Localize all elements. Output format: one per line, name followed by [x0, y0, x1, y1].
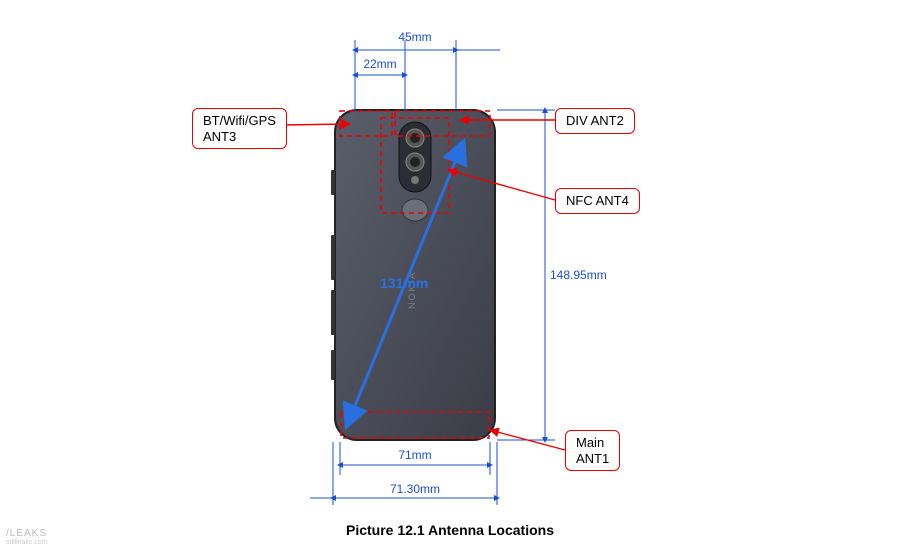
watermark-text: /LEAKS: [6, 528, 47, 539]
dim-top-large: 45mm: [395, 30, 435, 44]
callout-ant2-text: DIV ANT2: [566, 113, 624, 128]
callout-ant3-line2: ANT3: [203, 129, 236, 144]
diagram-svg: NOKIA: [0, 0, 900, 550]
dim-diagonal: 131mm: [380, 275, 428, 291]
dim-width-outer: 71.30mm: [385, 482, 445, 496]
dim-width-inner: 71mm: [390, 448, 440, 462]
watermark: /LEAKS stillleaks.com: [6, 528, 48, 546]
callout-ant1: Main ANT1: [565, 430, 620, 471]
callout-ant1-line2: ANT1: [576, 451, 609, 466]
callout-ant1-line1: Main: [576, 435, 604, 450]
callout-ant3-line1: BT/Wifi/GPS: [203, 113, 276, 128]
callout-ant4: NFC ANT4: [555, 188, 640, 214]
callout-ant4-text: NFC ANT4: [566, 193, 629, 208]
figure-caption: Picture 12.1 Antenna Locations: [0, 522, 900, 538]
callout-ant2: DIV ANT2: [555, 108, 635, 134]
callout-ant3: BT/Wifi/GPS ANT3: [192, 108, 287, 149]
diagram-stage: NOKIA: [0, 0, 900, 550]
dim-height: 148.95mm: [550, 268, 620, 282]
dim-top-small: 22mm: [360, 57, 400, 71]
watermark-sub: stillleaks.com: [6, 539, 48, 546]
